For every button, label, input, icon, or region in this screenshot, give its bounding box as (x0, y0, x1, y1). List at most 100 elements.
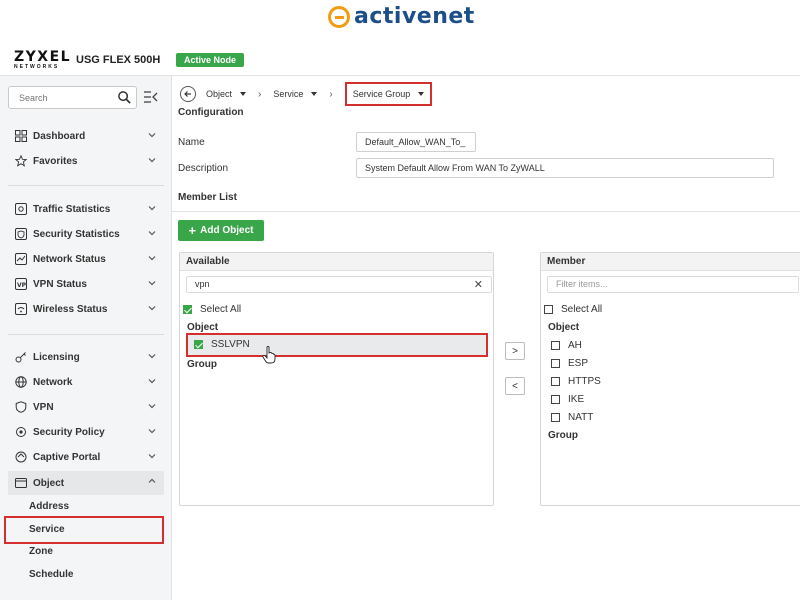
sidebar-item-label: Security Policy (33, 426, 105, 438)
chevron-up-icon (148, 478, 156, 483)
member-item-natt[interactable]: NATT (551, 412, 593, 423)
sidebar-item-label: VPN Status (33, 278, 87, 290)
sidebar-item-label: Favorites (33, 155, 78, 167)
item-label: SSLVPN (211, 339, 250, 350)
checkbox-checked-icon[interactable] (194, 340, 203, 349)
sidebar-item-favorites[interactable]: Favorites (8, 150, 164, 172)
checkbox-icon[interactable] (551, 341, 560, 350)
member-select-all[interactable]: Select All (544, 304, 602, 315)
wireless-icon (15, 303, 27, 315)
sidebar-item-wireless-status[interactable]: Wireless Status (8, 298, 164, 320)
chevron-down-icon (148, 454, 156, 459)
available-panel: Available vpn ✕ Select All Object SSLVPN… (179, 252, 494, 506)
member-filter-input[interactable]: Filter items... (547, 276, 799, 293)
sidebar-item-vpn-status[interactable]: VP VPN Status (8, 273, 164, 295)
sidebar-item-object[interactable]: Object (8, 471, 164, 495)
vendor-logo: ZYXEL NETWORKS (14, 50, 71, 70)
checkbox-icon[interactable] (551, 395, 560, 404)
sidebar-item-network-status[interactable]: Network Status (8, 248, 164, 270)
breadcrumb: Object › Service › Service Group (180, 82, 433, 106)
breadcrumb-label: Object (206, 89, 233, 99)
add-object-label: Add Object (200, 225, 254, 236)
svg-text:VP: VP (17, 282, 27, 289)
checkbox-icon[interactable] (544, 305, 553, 314)
available-filter-input[interactable]: vpn ✕ (186, 276, 492, 293)
sidebar-divider (8, 185, 164, 186)
sidebar-item-vpn[interactable]: VPN (8, 396, 164, 418)
move-left-button[interactable]: < (505, 377, 525, 395)
clear-filter-icon[interactable]: ✕ (474, 278, 483, 291)
item-label: ESP (568, 358, 589, 369)
sidebar-subitem-schedule[interactable]: Schedule (29, 569, 73, 580)
chevron-down-icon (148, 256, 156, 261)
name-field[interactable]: Default_Allow_WAN_To_ (356, 132, 476, 152)
breadcrumb-service[interactable]: Service (273, 89, 318, 99)
dashboard-icon (15, 130, 27, 142)
breadcrumb-label: Service Group (352, 89, 411, 99)
main-content: Object › Service › Service Group Configu… (172, 76, 800, 600)
sidebar-item-captive-portal[interactable]: Captive Portal (8, 446, 164, 468)
configuration-title: Configuration (178, 107, 244, 118)
member-item-esp[interactable]: ESP (551, 358, 588, 369)
search-icon[interactable] (117, 90, 132, 105)
sidebar-item-licensing[interactable]: Licensing (8, 346, 164, 368)
breadcrumb-separator-icon: › (329, 88, 333, 100)
sidebar-divider (8, 334, 164, 335)
breadcrumb-object[interactable]: Object (206, 89, 247, 99)
network-status-icon (15, 253, 27, 265)
sidebar: Dashboard Favorites Traffic Statistics S… (0, 76, 172, 600)
portal-icon (15, 451, 27, 463)
checkbox-icon[interactable] (551, 359, 560, 368)
status-badge: Active Node (176, 53, 245, 67)
available-object-heading: Object (187, 322, 219, 333)
chevron-down-icon (148, 379, 156, 384)
brand-bar: activenet (0, 0, 800, 38)
chevron-down-icon (148, 281, 156, 286)
checkbox-checked-icon[interactable] (183, 305, 192, 314)
sidebar-subitem-address[interactable]: Address (29, 501, 69, 512)
add-object-button[interactable]: + Add Object (178, 220, 264, 241)
sidebar-item-label: Wireless Status (33, 303, 108, 315)
member-item-https[interactable]: HTTPS (551, 376, 601, 387)
name-label: Name (178, 137, 205, 148)
traffic-icon (15, 203, 27, 215)
collapse-menu-icon[interactable] (144, 91, 158, 103)
sidebar-item-dashboard[interactable]: Dashboard (8, 125, 164, 147)
arrow-left-icon (184, 91, 191, 97)
checkbox-icon[interactable] (551, 377, 560, 386)
member-title: Member (541, 253, 800, 271)
description-label: Description (178, 163, 229, 174)
sidebar-item-network[interactable]: Network (8, 371, 164, 393)
member-list-title: Member List (178, 192, 237, 203)
sidebar-item-label: VPN (33, 401, 54, 413)
item-label: AH (568, 340, 582, 351)
available-select-all[interactable]: Select All (183, 304, 241, 315)
star-icon (15, 155, 27, 167)
move-right-button[interactable]: > (505, 342, 525, 360)
sidebar-item-label: Network (33, 376, 73, 388)
search-input[interactable] (9, 87, 109, 108)
app-header: ZYXEL NETWORKS USG FLEX 500H Active Node (0, 46, 800, 76)
back-button[interactable] (180, 86, 196, 102)
sidebar-subitem-zone[interactable]: Zone (29, 546, 53, 557)
hand-cursor-icon (262, 346, 276, 364)
breadcrumb-separator-icon: › (258, 88, 262, 100)
member-item-ike[interactable]: IKE (551, 394, 584, 405)
select-all-label: Select All (561, 304, 603, 315)
chevron-down-icon (148, 231, 156, 236)
sidebar-item-label: Security Statistics (33, 228, 120, 240)
vpn-status-icon: VP (15, 278, 27, 290)
sidebar-item-traffic-statistics[interactable]: Traffic Statistics (8, 198, 164, 220)
available-filter-value: vpn (195, 279, 210, 289)
chevron-down-icon (148, 429, 156, 434)
checkbox-icon[interactable] (551, 413, 560, 422)
member-panel: Member Filter items... Select All Object… (540, 252, 800, 506)
description-field[interactable]: System Default Allow From WAN To ZyWALL (356, 158, 774, 178)
breadcrumb-service-group[interactable]: Service Group (344, 82, 433, 106)
brand-name: activenet (354, 4, 475, 29)
available-item-sslvpn[interactable]: SSLVPN (186, 333, 488, 357)
breadcrumb-label: Service (273, 89, 304, 99)
sidebar-item-security-statistics[interactable]: Security Statistics (8, 223, 164, 245)
sidebar-item-security-policy[interactable]: Security Policy (8, 421, 164, 443)
member-item-ah[interactable]: AH (551, 340, 582, 351)
